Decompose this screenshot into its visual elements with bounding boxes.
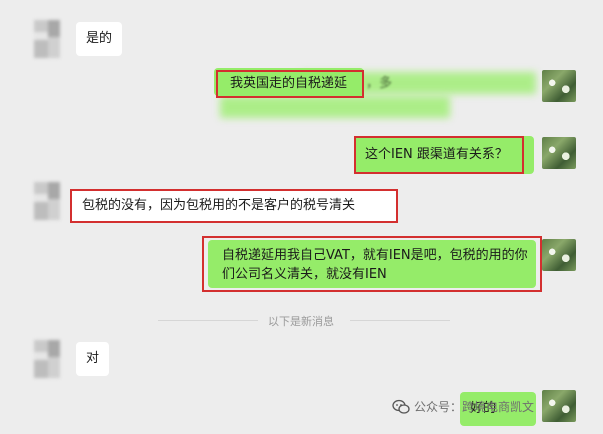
contact-avatar[interactable] [34, 340, 60, 378]
message-text: 这个IEN 跟渠道有关系？ [365, 147, 508, 162]
message-text: 自税递延用我自己VAT，就有IEN是吧，包税的用的你们公司名义清关，就没有IEN [222, 248, 528, 282]
self-avatar[interactable] [542, 70, 576, 102]
wechat-icon [392, 399, 410, 414]
divider-line [350, 320, 450, 321]
contact-avatar[interactable] [34, 182, 60, 220]
self-avatar[interactable] [542, 390, 576, 422]
new-messages-divider: 以下是新消息 [268, 315, 334, 328]
message-text: 包税的没有，因为包税用的不是客户的税号清关 [82, 198, 356, 213]
contact-avatar[interactable] [34, 20, 60, 58]
blurred-text [220, 96, 450, 118]
message-text: 我英国走的自税递延 [230, 76, 348, 91]
incoming-message[interactable]: 是的 [76, 22, 123, 56]
incoming-message[interactable]: 对 [76, 342, 110, 376]
message-text-tail: ，多 [366, 76, 393, 91]
message-text: 是的 [86, 31, 113, 46]
watermark-text: 公众号：跨境电商凯文 [414, 400, 535, 414]
self-avatar[interactable] [542, 137, 576, 169]
self-avatar[interactable] [542, 239, 576, 271]
watermark: 公众号：跨境电商凯文 [392, 398, 534, 415]
message-text: 对 [86, 351, 100, 366]
divider-line [158, 320, 258, 321]
